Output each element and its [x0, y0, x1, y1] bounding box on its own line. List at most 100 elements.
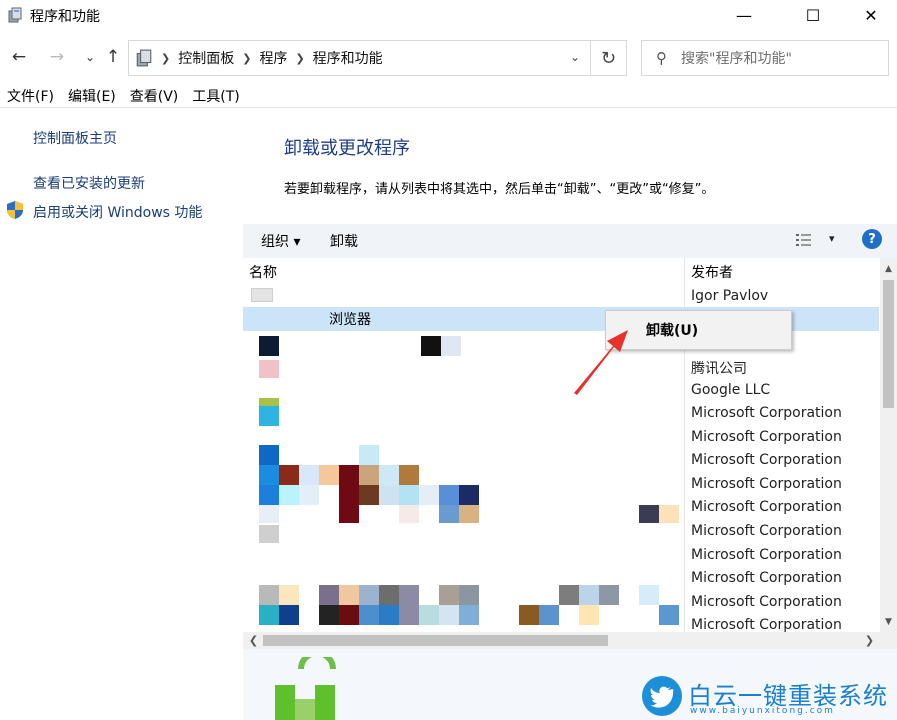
mosaic-block — [459, 505, 479, 523]
mosaic-block — [379, 485, 399, 505]
context-menu-uninstall-label: 卸载(U) — [646, 323, 699, 339]
mosaic-block — [459, 585, 479, 605]
mosaic-block — [319, 605, 339, 625]
publisher-cell[interactable]: 腾讯公司 — [691, 358, 747, 378]
publisher-cell[interactable]: Microsoft Corporation — [691, 594, 842, 610]
watermark: 白云一键重装系统 www.baiyunxitong.com — [642, 676, 892, 716]
chevron-right-icon: ❯ — [161, 51, 171, 65]
scroll-down-icon[interactable]: ▼ — [880, 613, 897, 630]
mosaic-block — [421, 336, 441, 356]
publisher-cell[interactable]: Google LLC — [691, 382, 770, 398]
publisher-cell[interactable]: Microsoft Corporation — [691, 499, 842, 515]
view-options-icon[interactable] — [795, 232, 813, 248]
mosaic-block — [659, 605, 679, 625]
mosaic-block — [259, 445, 279, 465]
breadcrumb-programs-features[interactable]: 程序和功能 — [313, 48, 383, 68]
mosaic-block — [339, 605, 359, 625]
mosaic-block — [359, 485, 379, 505]
address-dropdown-icon[interactable]: ⌄ — [570, 50, 580, 64]
address-bar[interactable]: ❯ 控制面板 ❯ 程序 ❯ 程序和功能 ⌄ — [128, 40, 591, 76]
mosaic-block — [259, 605, 279, 625]
mosaic-block — [359, 605, 379, 625]
mosaic-block — [439, 585, 459, 605]
column-header-publisher[interactable]: 发布者 — [691, 258, 733, 284]
mosaic-block — [279, 585, 299, 605]
menu-view[interactable]: 查看(V) — [123, 86, 186, 106]
mosaic-block — [439, 505, 459, 523]
mosaic-block — [339, 485, 359, 505]
menu-edit[interactable]: 编辑(E) — [61, 86, 123, 106]
mosaic-block — [259, 406, 279, 426]
view-dropdown-icon[interactable]: ▾ — [829, 232, 835, 245]
mosaic-block — [359, 585, 379, 605]
column-header-name[interactable]: 名称 — [249, 258, 277, 284]
mosaic-block — [599, 585, 619, 605]
scroll-right-icon[interactable]: ❯ — [861, 632, 878, 649]
up-button[interactable]: ↑ — [102, 46, 124, 68]
control-panel-icon — [136, 49, 152, 67]
uninstall-button[interactable]: 卸载 — [330, 231, 358, 251]
close-button[interactable]: ✕ — [848, 0, 894, 30]
mosaic-block — [639, 505, 659, 523]
publisher-cell[interactable]: Microsoft Corporation — [691, 617, 842, 632]
mosaic-block — [441, 336, 461, 356]
mosaic-block — [399, 605, 419, 625]
mosaic-block — [559, 585, 579, 605]
mosaic-block — [379, 585, 399, 605]
context-menu-uninstall[interactable]: 卸载(U) — [606, 315, 791, 343]
publisher-cell[interactable]: Microsoft Corporation — [691, 452, 842, 468]
sidebar-link-updates[interactable]: 查看已安装的更新 — [33, 173, 145, 193]
search-box[interactable]: ⚲ 搜索"程序和功能" — [641, 40, 889, 76]
mosaic-block — [379, 465, 399, 485]
scroll-thumb[interactable] — [263, 635, 608, 646]
mosaic-block — [459, 605, 479, 625]
scroll-up-icon[interactable]: ▲ — [880, 260, 897, 277]
mosaic-block — [419, 485, 439, 505]
publisher-cell[interactable]: Microsoft Corporation — [691, 570, 842, 586]
mosaic-block — [279, 465, 299, 485]
publisher-cell[interactable]: Microsoft Corporation — [691, 547, 842, 563]
mosaic-block — [259, 585, 279, 605]
breadcrumb-control-panel[interactable]: 控制面板 — [178, 48, 234, 68]
organize-button[interactable]: 组织 ▾ — [261, 231, 300, 251]
publisher-cell[interactable]: Igor Pavlov — [691, 288, 768, 304]
help-button[interactable]: ? — [862, 229, 882, 249]
breadcrumb-programs[interactable]: 程序 — [259, 48, 287, 68]
context-menu: 卸载(U) — [605, 310, 792, 350]
mosaic-block — [339, 505, 359, 523]
mosaic-block — [579, 585, 599, 605]
watermark-url: www.baiyunxitong.com — [690, 706, 835, 716]
sidebar-link-home[interactable]: 控制面板主页 — [33, 128, 117, 148]
scroll-left-icon[interactable]: ❮ — [245, 632, 262, 649]
mosaic-block — [419, 605, 439, 625]
mosaic-block — [339, 465, 359, 485]
program-list: ˄ 名称 发布者 浏览器 Igor Pavlov 腾讯公司 Google LLC… — [243, 258, 897, 632]
page-description: 若要卸载程序，请从列表中将其选中，然后单击“卸载”、“更改”或“修复”。 — [284, 182, 715, 197]
mosaic-block — [439, 605, 459, 625]
publisher-cell[interactable]: Microsoft Corporation — [691, 429, 842, 445]
program-name-browser: 浏览器 — [329, 312, 371, 328]
minimize-button[interactable]: — — [721, 0, 767, 30]
sidebar-link-windows-features[interactable]: 启用或关闭 Windows 功能 — [33, 202, 202, 222]
forward-button[interactable]: → — [46, 46, 68, 68]
menu-file[interactable]: 文件(F) — [0, 86, 61, 106]
back-button[interactable]: ← — [8, 46, 30, 68]
publisher-cell[interactable]: Microsoft Corporation — [691, 476, 842, 492]
scroll-thumb[interactable] — [883, 280, 894, 408]
recent-locations-button[interactable]: ⌄ — [79, 46, 101, 68]
shield-icon — [7, 201, 23, 219]
mosaic-block — [399, 485, 419, 505]
vertical-scrollbar[interactable]: ▲ ▼ — [880, 258, 897, 632]
refresh-button[interactable]: ↻ — [591, 40, 627, 76]
mosaic-block — [399, 585, 419, 605]
programs-icon — [8, 7, 22, 23]
mosaic-block — [279, 605, 299, 625]
maximize-button[interactable]: ☐ — [790, 0, 836, 30]
horizontal-scrollbar[interactable]: ❮ ❯ — [243, 632, 897, 649]
publisher-cell[interactable]: Microsoft Corporation — [691, 405, 842, 421]
mosaic-block — [399, 465, 419, 485]
mosaic-block — [379, 605, 399, 625]
menu-tools[interactable]: 工具(T) — [185, 86, 246, 106]
publisher-cell[interactable]: Microsoft Corporation — [691, 523, 842, 539]
search-placeholder: 搜索"程序和功能" — [681, 51, 792, 67]
